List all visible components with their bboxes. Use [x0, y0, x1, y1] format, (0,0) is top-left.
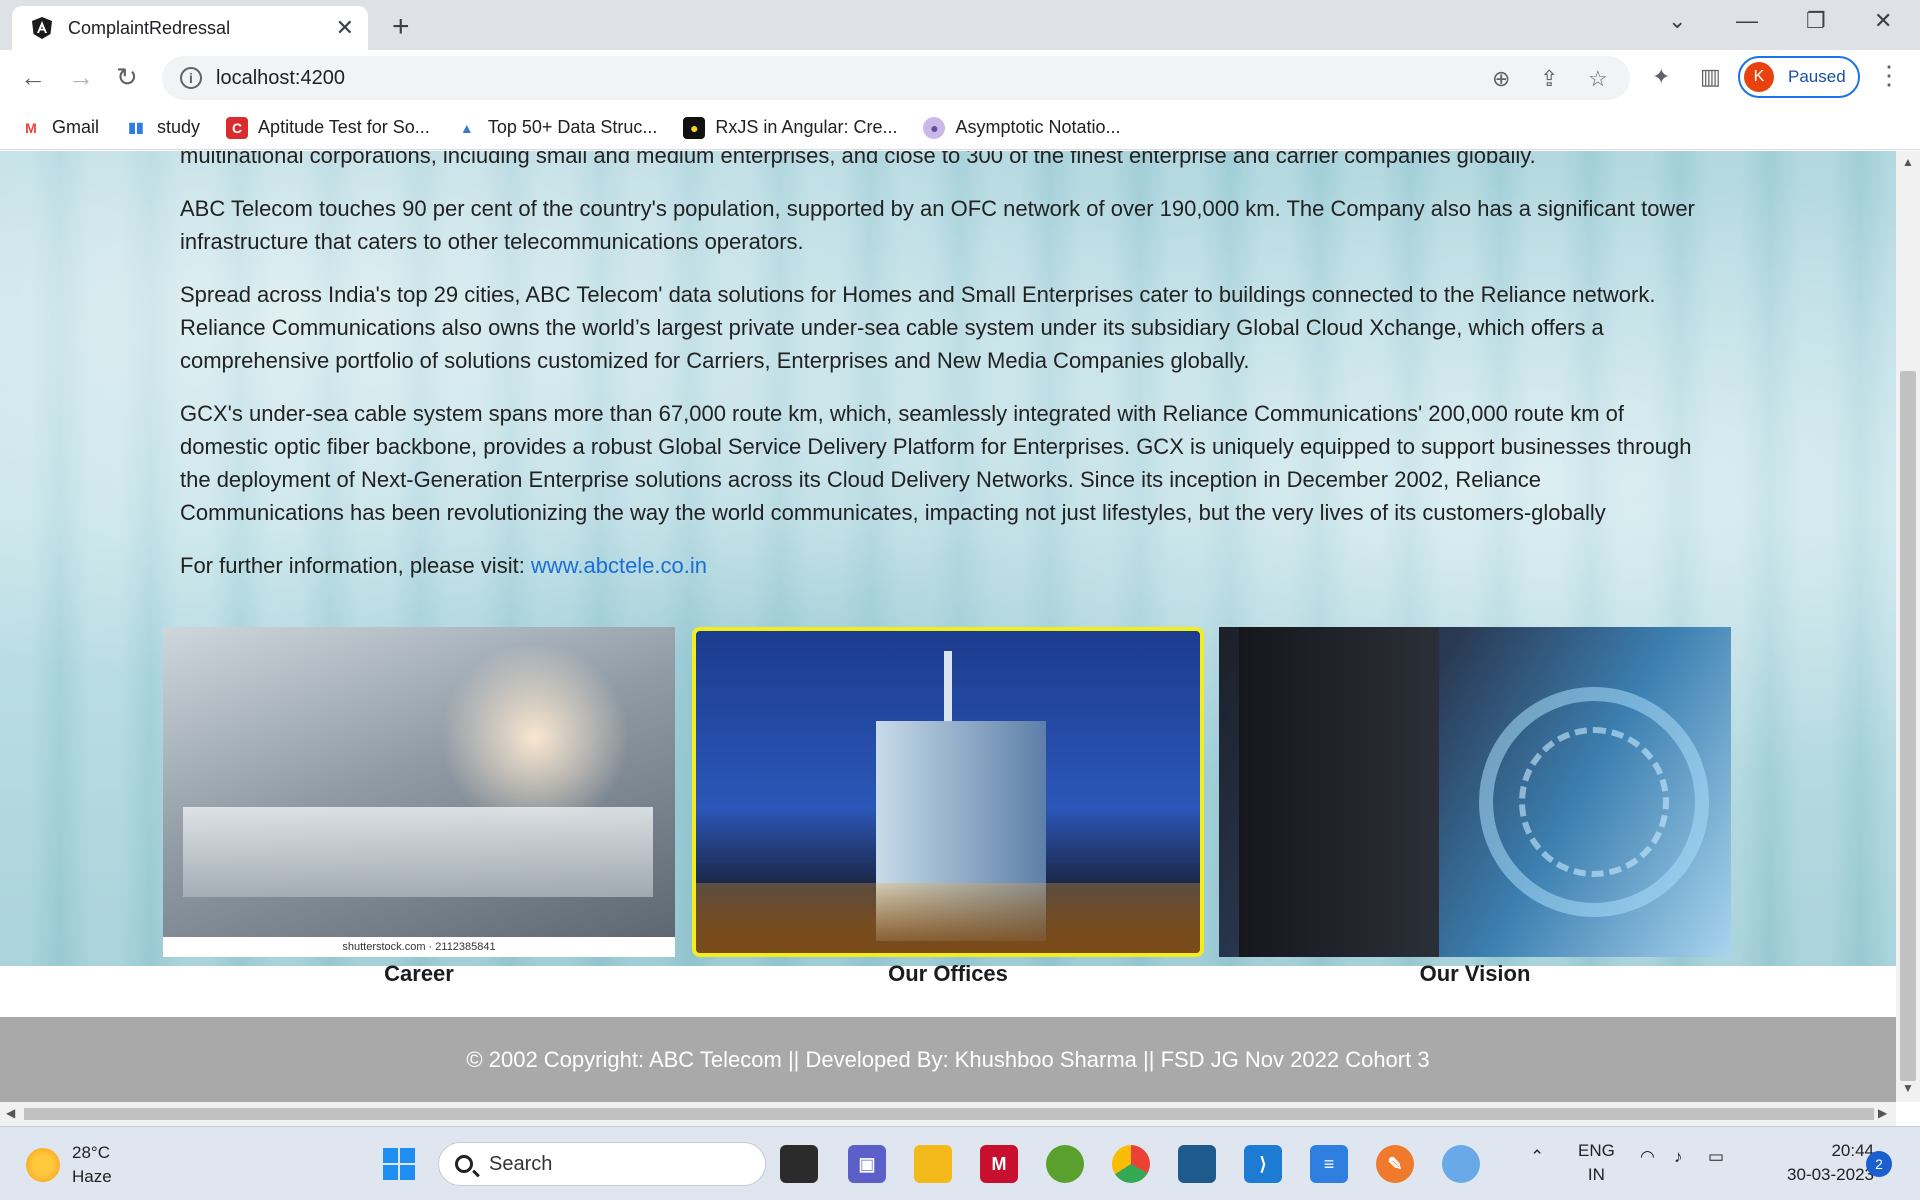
- bookmark-data-structures[interactable]: ▲ Top 50+ Data Struc...: [456, 117, 658, 139]
- page-footer: © 2002 Copyright: ABC Telecom || Develop…: [0, 1017, 1896, 1102]
- back-icon[interactable]: ←: [20, 62, 46, 93]
- vision-caption[interactable]: Our Vision: [1219, 961, 1731, 987]
- c-icon: C: [226, 116, 249, 139]
- wifi-icon[interactable]: ◠: [1640, 1147, 1655, 1167]
- vertical-scroll-thumb[interactable]: [1900, 371, 1916, 1081]
- time: 20:44: [1831, 1141, 1874, 1160]
- angular-icon: [32, 17, 52, 39]
- avatar: K: [1744, 62, 1774, 92]
- tab-title: ComplaintRedressal: [68, 17, 231, 38]
- offices-caption[interactable]: Our Offices: [692, 961, 1204, 987]
- bookmark-rxjs[interactable]: ● RxJS in Angular: Cre...: [683, 116, 897, 139]
- stock-watermark: shutterstock.com · 2112385841: [163, 937, 675, 957]
- paragraph: multinational corporations, including sm…: [180, 151, 1536, 168]
- bookmark-asymptotic[interactable]: ● Asymptotic Notatio...: [923, 116, 1121, 139]
- address-bar[interactable]: i localhost:4200 ⊕ ⇪ ☆: [162, 56, 1630, 100]
- further-info: For further information, please visit: w…: [180, 549, 1710, 582]
- vertical-scrollbar[interactable]: ▲ ▼: [1896, 151, 1920, 1102]
- share-icon[interactable]: ⇪: [1540, 66, 1558, 92]
- url-text: localhost:4200: [216, 66, 345, 89]
- avatar-icon: ●: [923, 116, 946, 139]
- vision-image[interactable]: [1219, 627, 1731, 957]
- task-view-icon[interactable]: [780, 1145, 818, 1183]
- taskbar-search[interactable]: Search: [438, 1142, 766, 1186]
- chrome-icon[interactable]: [1112, 1145, 1150, 1183]
- taskbar: 28°C Haze Search ▣ M ⟩ ≡ ✎ ⌃ ENG IN ◠ ♪ …: [0, 1126, 1920, 1200]
- scroll-right-icon[interactable]: ▶: [1878, 1106, 1887, 1120]
- language-indicator[interactable]: ENG IN: [1578, 1139, 1615, 1187]
- clock[interactable]: 20:44 30-03-2023: [1760, 1139, 1874, 1187]
- bookmark-study[interactable]: ▮▮ study: [125, 117, 200, 139]
- mountain-icon: ▲: [459, 119, 474, 136]
- search-label: Search: [489, 1152, 553, 1175]
- chart-icon: ▮▮: [128, 119, 144, 135]
- battery-icon[interactable]: ▭: [1708, 1147, 1724, 1167]
- horizontal-scrollbar[interactable]: ◀ ▶: [0, 1102, 1896, 1126]
- bookmark-gmail[interactable]: M Gmail: [20, 117, 99, 139]
- career-card[interactable]: shutterstock.com · 2112385841 Career: [163, 627, 675, 987]
- paragraph: Spread across India's top 29 cities, ABC…: [180, 282, 1656, 373]
- vscode-icon[interactable]: ⟩: [1244, 1145, 1282, 1183]
- chevron-up-icon[interactable]: ⌃: [1530, 1147, 1544, 1167]
- melon-app-icon[interactable]: [1046, 1145, 1084, 1183]
- forward-icon[interactable]: →: [68, 62, 94, 93]
- gmail-icon: M: [25, 119, 37, 136]
- page-viewport: multinational corporations, including sm…: [0, 151, 1896, 1102]
- scroll-up-icon[interactable]: ▲: [1902, 155, 1914, 169]
- extensions-icon[interactable]: ✦: [1652, 64, 1670, 90]
- mcafee-icon[interactable]: M: [980, 1145, 1018, 1183]
- horizontal-scroll-thumb[interactable]: [24, 1108, 1874, 1120]
- weather-widget[interactable]: 28°C Haze: [26, 1141, 112, 1189]
- tab-strip: ComplaintRedressal ✕ + ⌄ — ❐ ✕: [0, 0, 1920, 50]
- start-icon[interactable]: [380, 1145, 418, 1183]
- sun-icon: [26, 1148, 60, 1182]
- site-info-icon[interactable]: i: [180, 67, 202, 89]
- zoom-icon[interactable]: ⊕: [1492, 66, 1510, 92]
- notification-badge[interactable]: 2: [1866, 1151, 1892, 1177]
- tab-search-icon[interactable]: ⌄: [1668, 8, 1686, 34]
- search-icon: [455, 1155, 473, 1173]
- new-tab-icon[interactable]: +: [392, 10, 410, 44]
- offices-card[interactable]: Our Offices: [692, 627, 1204, 987]
- menu-icon[interactable]: ⋮: [1876, 60, 1902, 91]
- about-content: multinational corporations, including sm…: [180, 151, 1710, 602]
- further-info-text: For further information, please visit:: [180, 553, 531, 578]
- bookmark-star-icon[interactable]: ☆: [1588, 66, 1608, 92]
- footer-text: © 2002 Copyright: ABC Telecom || Develop…: [466, 1046, 1430, 1072]
- restore-icon[interactable]: ❐: [1806, 8, 1826, 34]
- side-panel-icon[interactable]: ▥: [1700, 64, 1721, 90]
- profile-status: Paused: [1788, 67, 1846, 86]
- website-link[interactable]: www.abctele.co.in: [531, 553, 707, 578]
- scroll-down-icon[interactable]: ▼: [1902, 1081, 1914, 1095]
- bulb-icon: ●: [683, 116, 706, 139]
- offices-image[interactable]: [692, 627, 1204, 957]
- cards-row: shutterstock.com · 2112385841 Career Our…: [163, 627, 1733, 986]
- minimize-icon[interactable]: —: [1736, 8, 1758, 34]
- windows-logo-icon: [383, 1148, 415, 1180]
- weather-condition: Haze: [72, 1167, 112, 1186]
- remote-app-icon[interactable]: [1178, 1145, 1216, 1183]
- browser-tab[interactable]: ComplaintRedressal ✕: [12, 6, 368, 50]
- volume-icon[interactable]: ♪: [1674, 1147, 1683, 1167]
- paragraph: ABC Telecom touches 90 per cent of the c…: [180, 196, 1695, 254]
- close-tab-icon[interactable]: ✕: [336, 15, 354, 41]
- bookmark-aptitude[interactable]: C Aptitude Test for So...: [226, 116, 430, 139]
- bookmarks-bar: M Gmail ▮▮ study C Aptitude Test for So.…: [0, 106, 1920, 150]
- paragraph: GCX's under-sea cable system spans more …: [180, 401, 1692, 525]
- globe-app-icon[interactable]: [1442, 1145, 1480, 1183]
- vision-card[interactable]: Our Vision: [1219, 627, 1731, 987]
- date: 30-03-2023: [1787, 1165, 1874, 1184]
- career-caption[interactable]: Career: [163, 961, 675, 987]
- file-explorer-icon[interactable]: [914, 1145, 952, 1183]
- scroll-left-icon[interactable]: ◀: [6, 1106, 15, 1120]
- temperature: 28°C: [72, 1143, 110, 1162]
- chat-icon[interactable]: ▣: [848, 1145, 886, 1183]
- reload-icon[interactable]: ↻: [116, 62, 138, 93]
- career-image[interactable]: shutterstock.com · 2112385841: [163, 627, 675, 957]
- postman-icon[interactable]: ✎: [1376, 1145, 1414, 1183]
- close-window-icon[interactable]: ✕: [1874, 8, 1892, 34]
- notepad-icon[interactable]: ≡: [1310, 1145, 1348, 1183]
- profile-button[interactable]: K Paused: [1738, 56, 1860, 98]
- browser-toolbar: ← → ↻ i localhost:4200 ⊕ ⇪ ☆ ✦ ▥ K Pause…: [0, 50, 1920, 106]
